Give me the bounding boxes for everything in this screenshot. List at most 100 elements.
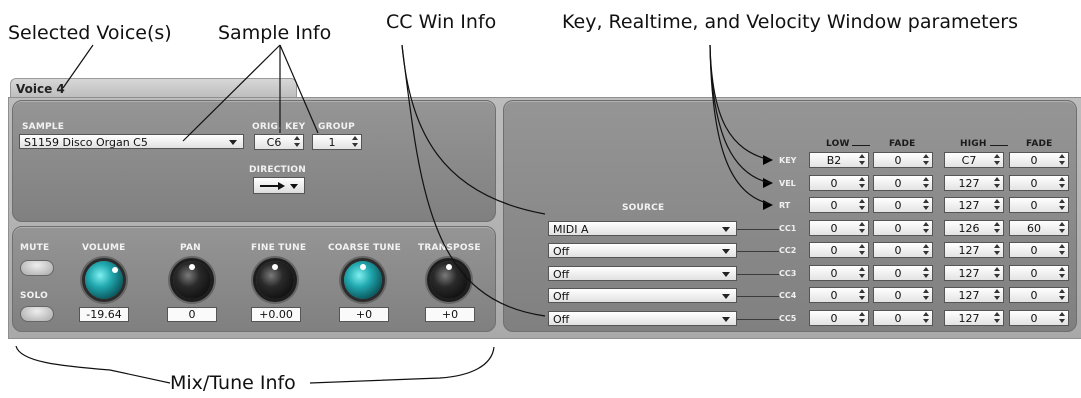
stepper-arrows-icon[interactable]	[352, 136, 359, 148]
source-dropdown[interactable]: Off	[548, 288, 737, 303]
stepper-arrows-icon[interactable]	[859, 154, 866, 166]
source-dropdown[interactable]: Off	[548, 243, 737, 258]
high-fade-stepper[interactable]: 0	[1009, 310, 1069, 326]
low-fade-value: 0	[894, 199, 902, 212]
volume-value[interactable]: -19.64	[79, 307, 129, 322]
row-label: CC5	[779, 314, 797, 323]
fine-tune-knob[interactable]	[256, 261, 294, 299]
callout-key-rt-vel: Key, Realtime, and Velocity Window param…	[562, 11, 1019, 33]
stepper-arrows-icon[interactable]	[1059, 289, 1066, 301]
stepper-arrows-icon[interactable]	[994, 312, 1001, 324]
stepper-arrows-icon[interactable]	[923, 244, 930, 256]
coarse-tune-knob[interactable]	[344, 261, 382, 299]
stepper-arrows-icon[interactable]	[994, 199, 1001, 211]
stepper-arrows-icon[interactable]	[1059, 222, 1066, 234]
stepper-arrows-icon[interactable]	[859, 267, 866, 279]
stepper-arrows-icon[interactable]	[994, 154, 1001, 166]
stepper-arrows-icon[interactable]	[923, 222, 930, 234]
coarse-tune-value[interactable]: +0	[339, 307, 389, 322]
stepper-arrows-icon[interactable]	[294, 136, 301, 148]
stepper-arrows-icon[interactable]	[1059, 244, 1066, 256]
source-dropdown[interactable]: Off	[548, 311, 737, 326]
stepper-arrows-icon[interactable]	[994, 267, 1001, 279]
row-label: CC1	[779, 224, 797, 233]
stepper-arrows-icon[interactable]	[1059, 154, 1066, 166]
stepper-arrows-icon[interactable]	[994, 289, 1001, 301]
high-stepper[interactable]: 127	[944, 265, 1004, 281]
high-stepper[interactable]: 126	[944, 220, 1004, 236]
low-fade-stepper[interactable]: 0	[873, 265, 933, 281]
high-fade-stepper[interactable]: 60	[1009, 220, 1069, 236]
stepper-arrows-icon[interactable]	[923, 267, 930, 279]
direction-dropdown[interactable]	[253, 177, 305, 194]
sample-dropdown[interactable]: S1159 Disco Organ C5	[19, 134, 244, 149]
stepper-arrows-icon[interactable]	[859, 177, 866, 189]
fine-tune-value[interactable]: +0.00	[251, 307, 301, 322]
stepper-arrows-icon[interactable]	[994, 177, 1001, 189]
low-fade-stepper[interactable]: 0	[873, 197, 933, 213]
stepper-arrows-icon[interactable]	[1059, 177, 1066, 189]
stepper-arrows-icon[interactable]	[1059, 199, 1066, 211]
group-value: 1	[328, 136, 336, 149]
low-stepper[interactable]: 0	[809, 175, 869, 191]
high-fade-stepper[interactable]: 0	[1009, 197, 1069, 213]
high-stepper[interactable]: 127	[944, 242, 1004, 258]
stepper-arrows-icon[interactable]	[994, 244, 1001, 256]
high-fade-value: 0	[1030, 289, 1038, 302]
volume-knob[interactable]	[85, 261, 123, 299]
stepper-arrows-icon[interactable]	[859, 199, 866, 211]
right-arrow-icon	[260, 182, 298, 190]
low-fade-stepper[interactable]: 0	[873, 175, 933, 191]
low-stepper[interactable]: 0	[809, 287, 869, 303]
low-fade-stepper[interactable]: 0	[873, 310, 933, 326]
stepper-arrows-icon[interactable]	[994, 222, 1001, 234]
low-fade-stepper[interactable]: 0	[873, 220, 933, 236]
stepper-arrows-icon[interactable]	[1059, 312, 1066, 324]
low-stepper[interactable]: 0	[809, 242, 869, 258]
pan-knob[interactable]	[173, 261, 211, 299]
high-stepper[interactable]: C7	[944, 152, 1004, 168]
stepper-arrows-icon[interactable]	[923, 177, 930, 189]
low-stepper[interactable]: 0	[809, 197, 869, 213]
source-dropdown[interactable]: MIDI A	[548, 221, 737, 236]
stepper-arrows-icon[interactable]	[923, 312, 930, 324]
high-fade-value: 0	[1030, 244, 1038, 257]
low-value: 0	[830, 267, 838, 280]
stepper-arrows-icon[interactable]	[923, 154, 930, 166]
low-fade-stepper[interactable]: 0	[873, 287, 933, 303]
stepper-arrows-icon[interactable]	[859, 244, 866, 256]
solo-button[interactable]	[20, 306, 54, 322]
high-stepper[interactable]: 127	[944, 287, 1004, 303]
stepper-arrows-icon[interactable]	[923, 199, 930, 211]
orig-key-stepper[interactable]: C6	[254, 134, 304, 150]
low-stepper[interactable]: 0	[809, 310, 869, 326]
high-fade-stepper[interactable]: 0	[1009, 265, 1069, 281]
high-stepper[interactable]: 127	[944, 310, 1004, 326]
low-fade-stepper[interactable]: 0	[873, 242, 933, 258]
group-stepper[interactable]: 1	[312, 134, 362, 150]
high-fade-stepper[interactable]: 0	[1009, 175, 1069, 191]
source-dropdown[interactable]: Off	[548, 266, 737, 281]
stepper-arrows-icon[interactable]	[1059, 267, 1066, 279]
stepper-arrows-icon[interactable]	[859, 312, 866, 324]
stepper-arrows-icon[interactable]	[859, 289, 866, 301]
row-label: CC2	[779, 246, 797, 255]
pan-value[interactable]: 0	[167, 307, 217, 322]
high-stepper[interactable]: 127	[944, 175, 1004, 191]
stepper-arrows-icon[interactable]	[923, 289, 930, 301]
low-stepper[interactable]: 0	[809, 220, 869, 236]
high-header: HIGH	[960, 139, 987, 149]
transpose-value[interactable]: +0	[425, 307, 475, 322]
high-fade-stepper[interactable]: 0	[1009, 287, 1069, 303]
high-fade-stepper[interactable]: 0	[1009, 152, 1069, 168]
stepper-arrows-icon[interactable]	[859, 222, 866, 234]
high-fade-stepper[interactable]: 0	[1009, 242, 1069, 258]
mute-button[interactable]	[20, 260, 54, 276]
low-stepper[interactable]: B2	[809, 152, 869, 168]
low-fade-stepper[interactable]: 0	[873, 152, 933, 168]
transpose-knob[interactable]	[430, 261, 468, 299]
high-stepper[interactable]: 127	[944, 197, 1004, 213]
transpose-label: TRANSPOSE	[418, 243, 481, 253]
low-stepper[interactable]: 0	[809, 265, 869, 281]
sample-panel	[12, 100, 496, 222]
